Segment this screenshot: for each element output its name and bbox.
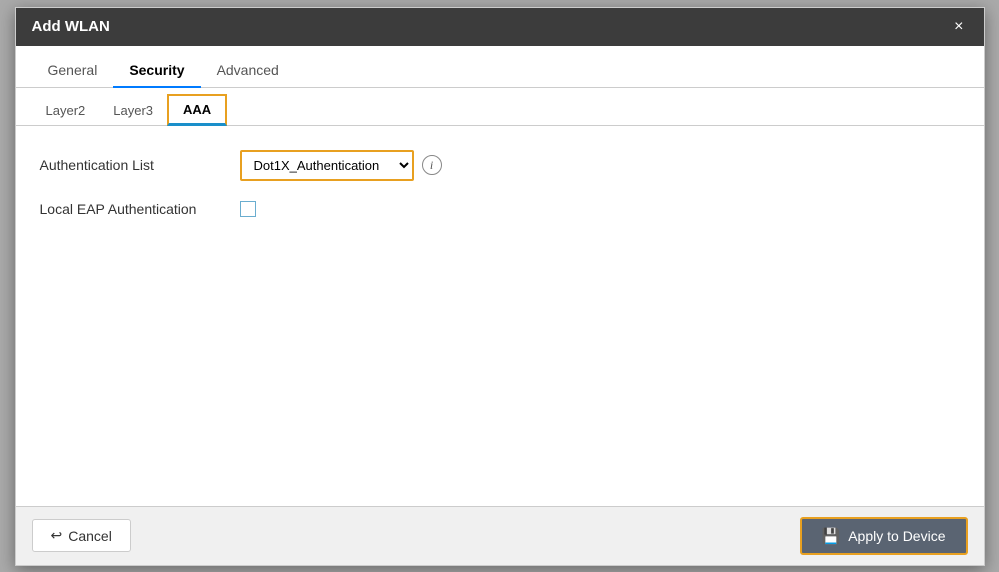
sub-tabs: Layer2 Layer3 AAA [16,88,984,126]
add-wlan-dialog: Add WLAN × General Security Advanced Lay… [15,7,985,566]
auth-list-select[interactable]: Dot1X_Authentication default-list None [242,152,412,179]
eap-label: Local EAP Authentication [40,201,240,217]
apply-label: Apply to Device [848,528,945,544]
top-tabs: General Security Advanced [16,46,984,88]
sub-tab-layer2[interactable]: Layer2 [32,97,100,126]
auth-list-select-wrapper: Dot1X_Authentication default-list None [240,150,414,181]
tab-general[interactable]: General [32,54,114,88]
info-icon[interactable]: i [422,155,442,175]
cancel-button[interactable]: ↩ Cancel [32,519,131,552]
content-area: Authentication List Dot1X_Authentication… [16,126,984,506]
apply-button[interactable]: 💾 Apply to Device [800,517,968,555]
tab-security[interactable]: Security [113,54,200,88]
auth-list-label: Authentication List [40,157,240,173]
undo-icon: ↩ [51,527,63,544]
dialog-header: Add WLAN × [16,8,984,46]
dialog-footer: ↩ Cancel 💾 Apply to Device [16,506,984,565]
save-icon: 💾 [822,527,841,545]
close-button[interactable]: × [950,18,967,36]
dialog-title: Add WLAN [32,18,110,35]
eap-row: Local EAP Authentication [40,201,960,217]
tab-advanced[interactable]: Advanced [201,54,295,88]
dialog-body: General Security Advanced Layer2 Layer3 … [16,46,984,506]
cancel-label: Cancel [68,528,112,544]
eap-checkbox[interactable] [240,201,256,217]
auth-list-row: Authentication List Dot1X_Authentication… [40,150,960,181]
sub-tab-layer3[interactable]: Layer3 [99,97,167,126]
eap-checkbox-wrapper [240,201,256,217]
sub-tab-aaa[interactable]: AAA [167,94,227,126]
